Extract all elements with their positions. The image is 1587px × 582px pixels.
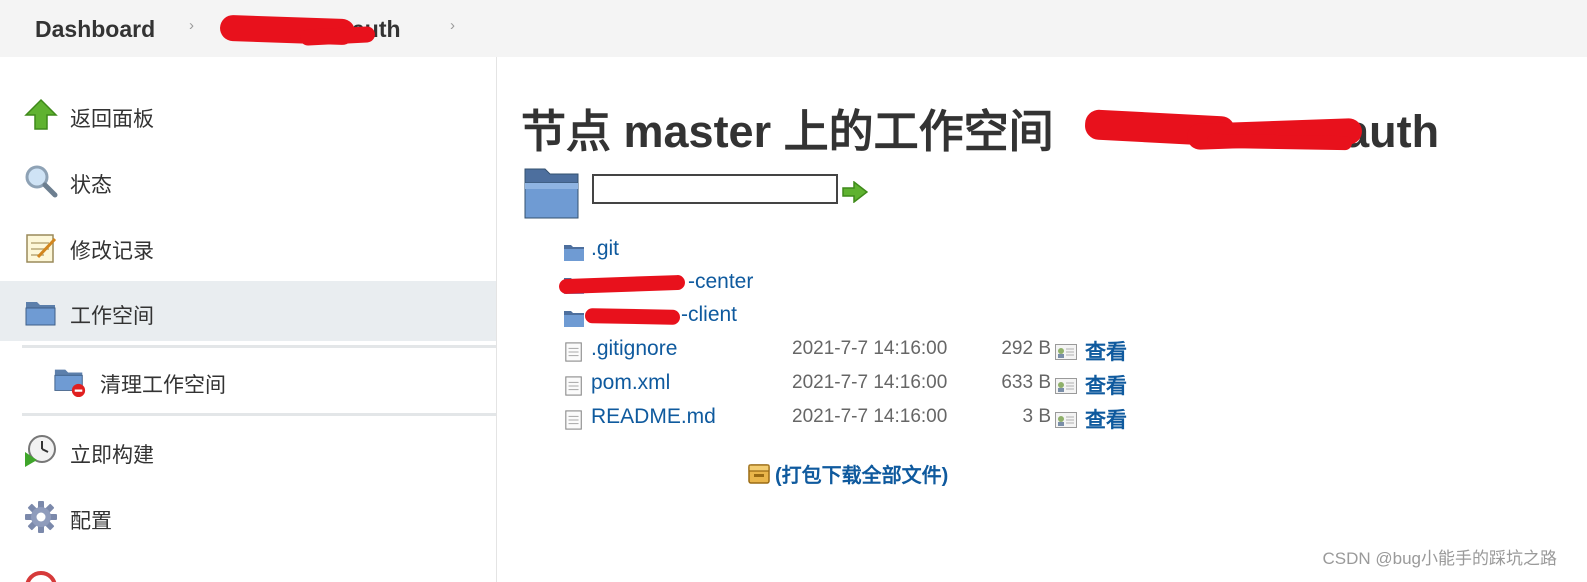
watermark: CSDN @bug小能手的踩坑之路 bbox=[1322, 549, 1557, 568]
go-arrow-icon[interactable] bbox=[842, 181, 868, 203]
sidebar-divider bbox=[22, 413, 496, 416]
path-input[interactable] bbox=[592, 174, 838, 204]
file-size: 3 B bbox=[1022, 406, 1051, 427]
sidebar-item-build-now[interactable]: 立即构建 bbox=[0, 420, 496, 480]
gear-icon bbox=[25, 501, 57, 533]
file-link[interactable]: -client bbox=[681, 303, 737, 327]
workspace-panel: 节点 master 上的工作空间 -auth .git -center -cli bbox=[497, 57, 1587, 582]
breadcrumb: Dashboard › auth › bbox=[0, 0, 1587, 57]
folder-icon bbox=[564, 311, 584, 327]
page-title-prefix: 节点 master 上的工作空间 bbox=[521, 106, 1054, 157]
notepad-icon bbox=[26, 234, 57, 263]
sidebar-divider bbox=[22, 345, 496, 348]
sidebar-item-label: 返回面板 bbox=[70, 108, 154, 131]
view-fingerprint-icon[interactable] bbox=[1055, 412, 1077, 428]
download-all-label: (打包下载全部文件) bbox=[775, 465, 949, 487]
text-file-icon bbox=[565, 410, 582, 430]
folder-icon bbox=[25, 302, 56, 326]
view-fingerprint-icon[interactable] bbox=[1055, 344, 1077, 360]
sidebar-item-changes[interactable]: 修改记录 bbox=[0, 216, 496, 276]
sidebar-item-configure[interactable]: 配置 bbox=[0, 486, 496, 546]
list-item: pom.xml 2021-7-7 14:16:00 633 B 查看 bbox=[563, 369, 1163, 401]
folder-icon bbox=[524, 168, 579, 219]
sidebar-item-workspace[interactable]: 工作空间 bbox=[0, 281, 496, 341]
view-link[interactable]: 查看 bbox=[1085, 370, 1127, 400]
file-link[interactable]: .gitignore bbox=[591, 337, 677, 361]
view-fingerprint-icon[interactable] bbox=[1055, 378, 1077, 394]
file-date: 2021-7-7 14:16:00 bbox=[792, 338, 948, 359]
sidebar: 返回面板 状态 修改记录 工作空间 清理工作空间 立即构建 配置 bbox=[0, 57, 497, 582]
folder-delete-icon bbox=[54, 369, 86, 398]
file-size: 633 B bbox=[1001, 372, 1051, 393]
view-link[interactable]: 查看 bbox=[1085, 336, 1127, 366]
clock-play-icon bbox=[25, 435, 56, 467]
file-link[interactable]: -center bbox=[688, 270, 753, 294]
magnifier-icon bbox=[25, 165, 58, 198]
sidebar-item-label: 修改记录 bbox=[70, 240, 154, 263]
file-date: 2021-7-7 14:16:00 bbox=[792, 406, 948, 427]
redaction-mark bbox=[1206, 133, 1353, 151]
list-item: .git bbox=[563, 235, 1163, 267]
file-size: 292 B bbox=[1001, 338, 1051, 359]
view-link[interactable]: 查看 bbox=[1085, 404, 1127, 434]
delete-icon bbox=[25, 571, 57, 582]
breadcrumb-chevron-icon[interactable]: › bbox=[189, 17, 194, 34]
list-item: .gitignore 2021-7-7 14:16:00 292 B 查看 bbox=[563, 335, 1163, 367]
sidebar-item-wipe-workspace[interactable]: 清理工作空间 bbox=[0, 350, 496, 410]
list-item: -center bbox=[558, 268, 1163, 300]
redaction-mark bbox=[584, 308, 681, 325]
text-file-icon bbox=[565, 376, 582, 396]
sidebar-item-back-to-dashboard[interactable]: 返回面板 bbox=[0, 84, 496, 144]
file-date: 2021-7-7 14:16:00 bbox=[792, 372, 948, 393]
breadcrumb-dashboard[interactable]: Dashboard bbox=[35, 16, 155, 43]
list-item: README.md 2021-7-7 14:16:00 3 B 查看 bbox=[563, 403, 1163, 435]
sidebar-item-label: 清理工作空间 bbox=[100, 374, 226, 397]
sidebar-item-partial[interactable] bbox=[0, 556, 496, 582]
archive-icon bbox=[748, 464, 770, 484]
file-link[interactable]: .git bbox=[591, 237, 619, 261]
folder-icon bbox=[564, 245, 584, 261]
sidebar-item-label: 状态 bbox=[70, 174, 112, 197]
sidebar-item-label: 配置 bbox=[70, 510, 112, 533]
sidebar-item-status[interactable]: 状态 bbox=[0, 150, 496, 210]
text-file-icon bbox=[565, 342, 582, 362]
list-item: -client bbox=[563, 301, 1163, 333]
sidebar-item-label: 工作空间 bbox=[70, 305, 154, 328]
file-link[interactable]: pom.xml bbox=[591, 371, 670, 395]
redaction-mark bbox=[558, 274, 686, 295]
up-arrow-icon bbox=[24, 98, 58, 130]
sidebar-item-label: 立即构建 bbox=[70, 444, 154, 467]
breadcrumb-chevron-icon[interactable]: › bbox=[450, 17, 455, 34]
file-link[interactable]: README.md bbox=[591, 405, 716, 429]
